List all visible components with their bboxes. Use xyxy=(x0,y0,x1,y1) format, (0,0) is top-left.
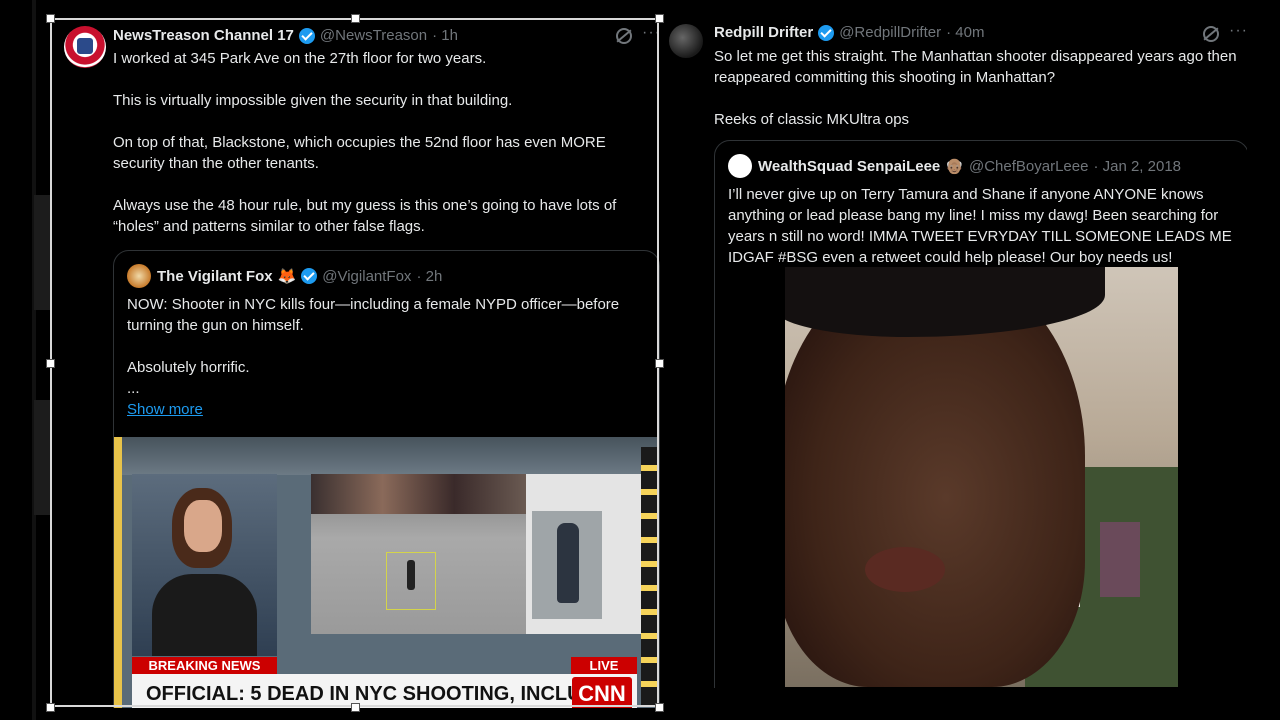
more-options-icon[interactable]: ··· xyxy=(642,24,660,42)
studio-background xyxy=(114,437,659,475)
grok-icon[interactable] xyxy=(1203,26,1219,42)
suspect-figure xyxy=(407,560,415,590)
verified-badge-icon xyxy=(301,268,318,284)
tweet-paragraph: Always use the 48 hour rule, but my gues… xyxy=(113,197,617,235)
timestamp[interactable]: · 40m xyxy=(946,24,984,41)
quote-text: I’ll never give up on Terry Tamura and S… xyxy=(728,186,1232,266)
resize-handle[interactable] xyxy=(46,359,55,368)
live-badge: LIVE xyxy=(571,657,637,674)
tweet-header: NewsTreason Channel 17 @NewsTreason · 1h xyxy=(113,27,458,44)
anchor-body xyxy=(152,574,257,656)
author-handle[interactable]: @VigilantFox xyxy=(322,268,411,285)
more-options-icon[interactable]: ··· xyxy=(1229,22,1247,40)
screen-edge xyxy=(114,437,122,708)
resize-handle[interactable] xyxy=(655,359,664,368)
studio-lights xyxy=(641,447,659,707)
background-panel xyxy=(34,400,50,515)
tweet-paragraph: Reeks of classic MKUltra ops xyxy=(714,111,910,128)
news-headline: OFFICIAL: 5 DEAD IN NYC SHOOTING, INCLUD… xyxy=(132,674,637,708)
author-name[interactable]: The Vigilant Fox xyxy=(157,268,273,285)
suspect-figure xyxy=(557,523,579,603)
hair xyxy=(785,267,1105,337)
news-broadcast-image[interactable]: BREAKING NEWS LIVE OFFICIAL: 5 DEAD IN N… xyxy=(114,437,659,708)
resize-handle[interactable] xyxy=(655,703,664,712)
tweet-paragraph: This is virtually impossible given the s… xyxy=(113,92,513,109)
tweet-text: So let me get this straight. The Manhatt… xyxy=(714,46,1239,151)
quoted-tweet-chefboyarleee[interactable]: WealthSquad SenpaiLeee 👴🏽 @ChefBoyarLeee… xyxy=(714,140,1247,688)
tweet-newstreason[interactable]: NewsTreason Channel 17 @NewsTreason · 1h… xyxy=(50,18,660,708)
author-handle[interactable]: @ChefBoyarLeee xyxy=(969,158,1088,175)
news-anchor-image xyxy=(132,474,277,656)
author-name[interactable]: WealthSquad SenpaiLeee xyxy=(758,158,940,175)
cctv-footage xyxy=(311,474,526,634)
wall-poster xyxy=(1100,522,1140,597)
quote-paragraph: Absolutely horrific. xyxy=(127,359,250,376)
breaking-news-banner: BREAKING NEWS xyxy=(132,657,277,674)
tweet-redpilldrifter[interactable]: Redpill Drifter @RedpillDrifter · 40m ··… xyxy=(667,16,1247,688)
ellipsis: ... xyxy=(127,380,140,397)
resize-handle[interactable] xyxy=(351,703,360,712)
avatar[interactable] xyxy=(669,24,703,58)
tweet-header: Redpill Drifter @RedpillDrifter · 40m xyxy=(714,24,984,41)
author-handle[interactable]: @RedpillDrifter xyxy=(839,24,941,41)
resize-handle[interactable] xyxy=(351,14,360,23)
resize-handle[interactable] xyxy=(46,703,55,712)
show-more-link[interactable]: Show more xyxy=(127,399,627,420)
zoomed-frame xyxy=(532,511,602,619)
timestamp[interactable]: · Jan 2, 2018 xyxy=(1093,158,1181,175)
zoomed-footage xyxy=(526,474,641,634)
tweet-paragraph: I worked at 345 Park Ave on the 27th flo… xyxy=(113,50,487,67)
verified-badge-icon xyxy=(298,27,315,44)
cnn-logo: CNN xyxy=(572,677,632,708)
quote-text: NOW: Shooter in NYC kills four—including… xyxy=(127,294,627,420)
anchor-face xyxy=(184,500,222,552)
tweet-paragraph: So let me get this straight. The Manhatt… xyxy=(714,48,1237,86)
author-name[interactable]: NewsTreason Channel 17 xyxy=(113,27,294,44)
quote-header: The Vigilant Fox 🦊 @VigilantFox · 2h xyxy=(157,267,442,286)
background-panel xyxy=(34,195,50,310)
tweet-paragraph: On top of that, Blackstone, which occupi… xyxy=(113,134,606,172)
emoji-icon: 👴🏽 xyxy=(945,158,964,175)
author-name[interactable]: Redpill Drifter xyxy=(714,24,813,41)
timestamp[interactable]: · 1h xyxy=(432,27,458,44)
avatar[interactable] xyxy=(64,26,106,68)
author-handle[interactable]: @NewsTreason xyxy=(320,27,427,44)
avatar[interactable] xyxy=(127,264,151,288)
person-photo[interactable] xyxy=(785,267,1178,687)
building-facade xyxy=(311,474,526,514)
timestamp[interactable]: · 2h xyxy=(416,268,442,285)
lips xyxy=(865,547,945,592)
background-strip xyxy=(32,0,36,720)
grok-icon[interactable] xyxy=(616,28,632,44)
quoted-tweet-vigilantfox[interactable]: The Vigilant Fox 🦊 @VigilantFox · 2h NOW… xyxy=(113,250,660,708)
resize-handle[interactable] xyxy=(46,14,55,23)
fox-emoji-icon: 🦊 xyxy=(277,268,297,285)
avatar[interactable] xyxy=(728,154,752,178)
tweet-text: I worked at 345 Park Ave on the 27th flo… xyxy=(113,48,658,258)
quote-header: WealthSquad SenpaiLeee 👴🏽 @ChefBoyarLeee… xyxy=(758,157,1181,176)
quote-paragraph: NOW: Shooter in NYC kills four—including… xyxy=(127,296,620,334)
resize-handle[interactable] xyxy=(655,14,664,23)
verified-badge-icon xyxy=(818,24,835,41)
